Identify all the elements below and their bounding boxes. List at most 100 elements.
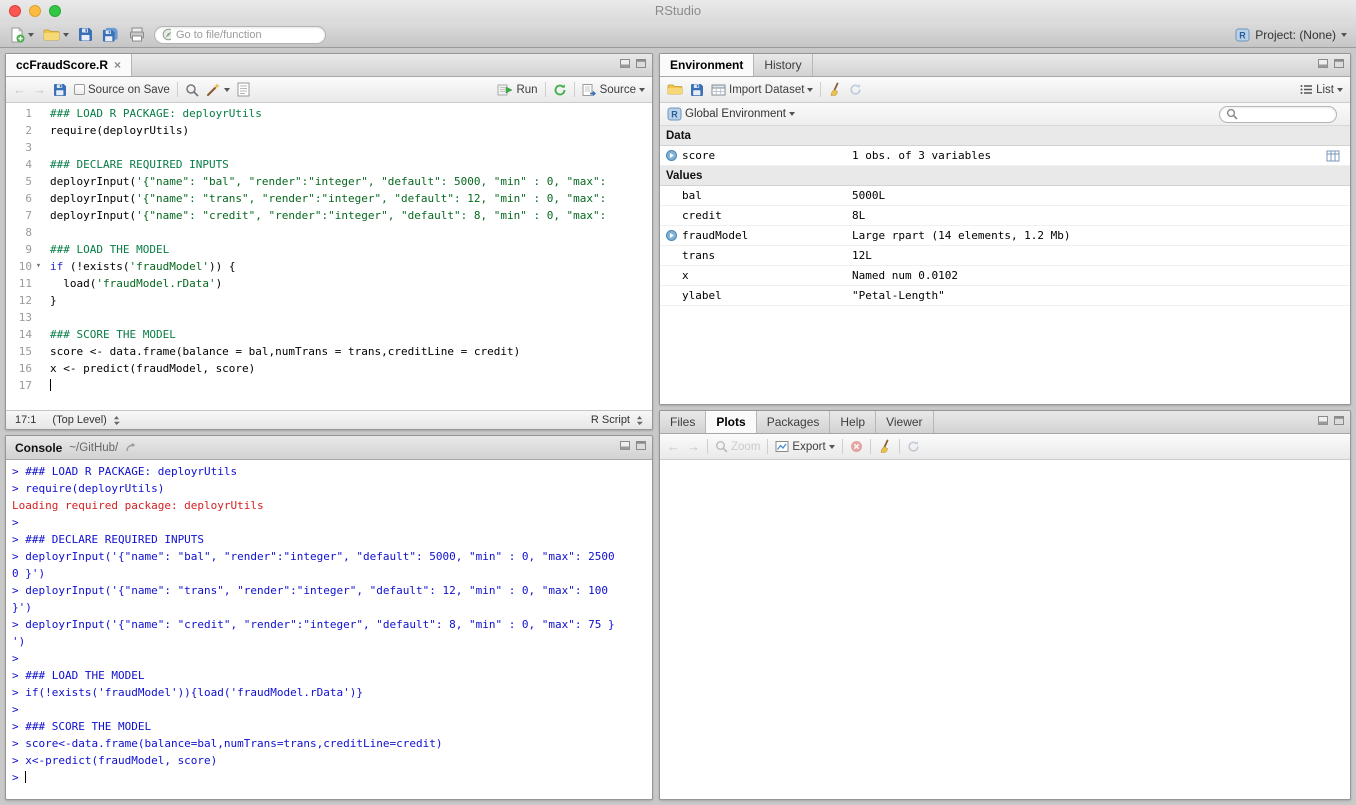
environment-row[interactable]: score1 obs. of 3 variables bbox=[660, 146, 1350, 166]
console-line: > score<-data.frame(balance=bal,numTrans… bbox=[12, 735, 646, 752]
project-selector[interactable]: R Project: (None) bbox=[1235, 28, 1347, 42]
refresh-button[interactable] bbox=[849, 83, 862, 96]
code-editor[interactable]: 1### LOAD R PACKAGE: deployrUtils2requir… bbox=[6, 103, 652, 410]
code-line: 17 bbox=[6, 377, 652, 394]
maximize-pane-icon[interactable] bbox=[1334, 59, 1344, 68]
toolbar-separator bbox=[899, 439, 900, 454]
notebook-icon bbox=[237, 82, 250, 97]
maximize-pane-icon[interactable] bbox=[1334, 416, 1344, 425]
environment-row[interactable]: xNamed num 0.0102 bbox=[660, 266, 1350, 286]
environment-row[interactable]: credit8L bbox=[660, 206, 1350, 226]
minimize-pane-icon[interactable] bbox=[1318, 59, 1328, 68]
zoom-plot-button[interactable]: Zoom bbox=[715, 440, 760, 453]
compile-notebook-button[interactable] bbox=[237, 82, 250, 97]
refresh-plots-button[interactable] bbox=[907, 440, 920, 453]
environment-row[interactable]: bal5000L bbox=[660, 186, 1350, 206]
console-header: Console ~/GitHub/ bbox=[6, 436, 652, 460]
tab-files[interactable]: Files bbox=[660, 411, 706, 433]
new-file-button[interactable] bbox=[9, 27, 34, 43]
maximize-pane-icon[interactable] bbox=[636, 59, 646, 68]
toolbar-separator bbox=[820, 82, 821, 97]
view-data-grid-icon[interactable] bbox=[1326, 150, 1340, 162]
tab-packages[interactable]: Packages bbox=[757, 411, 831, 433]
goto-directory-icon[interactable] bbox=[125, 442, 138, 453]
window-title: RStudio bbox=[0, 3, 1356, 18]
console-line: > bbox=[12, 701, 646, 718]
source-toolbar: ← → Source on Save Run bbox=[6, 77, 652, 103]
line-number: 1 bbox=[6, 105, 32, 122]
find-replace-button[interactable] bbox=[185, 83, 199, 97]
tab-label: Files bbox=[670, 415, 695, 429]
maximize-pane-icon[interactable] bbox=[636, 441, 646, 450]
code-line: 14### SCORE THE MODEL bbox=[6, 326, 652, 343]
import-dataset-label: Import Dataset bbox=[729, 84, 804, 96]
rerun-button[interactable] bbox=[553, 83, 567, 97]
environment-row[interactable]: fraudModelLarge rpart (14 elements, 1.2 … bbox=[660, 226, 1350, 246]
minimize-pane-icon[interactable] bbox=[1318, 416, 1328, 425]
next-plot-icon[interactable]: → bbox=[687, 440, 700, 453]
updown-icon bbox=[113, 415, 120, 426]
scope-selector[interactable]: (Top Level) bbox=[52, 414, 119, 426]
environment-row[interactable]: ylabel"Petal-Length" bbox=[660, 286, 1350, 306]
line-number: 10 bbox=[6, 258, 32, 275]
export-plot-button[interactable]: Export bbox=[775, 440, 834, 453]
object-value: "Petal-Length" bbox=[852, 289, 1350, 302]
goto-file-function-input[interactable] bbox=[176, 29, 318, 41]
forward-icon[interactable]: → bbox=[33, 83, 46, 96]
checkbox-icon[interactable] bbox=[74, 84, 85, 95]
svg-text:R: R bbox=[1240, 30, 1247, 40]
svg-text:R: R bbox=[671, 110, 678, 120]
object-name: score bbox=[682, 149, 852, 162]
print-button[interactable] bbox=[129, 27, 145, 42]
environment-scope-selector[interactable]: R Global Environment bbox=[667, 107, 795, 121]
tab-history[interactable]: History bbox=[754, 54, 812, 76]
save-all-button[interactable] bbox=[102, 27, 120, 43]
environment-search-box[interactable] bbox=[1219, 106, 1337, 123]
console-line: > bbox=[12, 769, 646, 786]
tab-viewer[interactable]: Viewer bbox=[876, 411, 933, 433]
line-number: 7 bbox=[6, 207, 32, 224]
expand-slot[interactable] bbox=[660, 150, 682, 161]
source-button[interactable]: Source bbox=[582, 83, 645, 97]
import-dataset-button[interactable]: Import Dataset bbox=[711, 83, 813, 97]
previous-plot-icon[interactable]: ← bbox=[667, 440, 680, 453]
minimize-pane-icon[interactable] bbox=[620, 441, 630, 450]
console-line: > x<-predict(fraudModel, score) bbox=[12, 752, 646, 769]
close-tab-icon[interactable]: × bbox=[114, 59, 121, 71]
load-workspace-button[interactable] bbox=[667, 83, 683, 96]
fold-slot bbox=[32, 275, 45, 292]
minimize-pane-icon[interactable] bbox=[620, 59, 630, 68]
tab-help[interactable]: Help bbox=[830, 411, 876, 433]
save-source-button[interactable] bbox=[53, 83, 67, 97]
view-data-button[interactable] bbox=[1326, 150, 1340, 165]
source-on-save-checkbox[interactable]: Source on Save bbox=[74, 84, 170, 96]
doc-type-selector[interactable]: R Script bbox=[591, 414, 643, 426]
expand-object-icon[interactable] bbox=[666, 230, 677, 241]
expand-object-icon[interactable] bbox=[666, 150, 677, 161]
titlebar[interactable]: RStudio bbox=[0, 0, 1356, 22]
save-button[interactable] bbox=[78, 27, 93, 42]
open-file-button[interactable] bbox=[43, 28, 69, 42]
clear-workspace-button[interactable] bbox=[828, 82, 842, 97]
tab-environment[interactable]: Environment bbox=[660, 54, 754, 76]
back-icon[interactable]: ← bbox=[13, 83, 26, 96]
expand-slot[interactable] bbox=[660, 230, 682, 241]
clear-plots-button[interactable] bbox=[878, 439, 892, 454]
tab-plots[interactable]: Plots bbox=[706, 411, 756, 433]
tab-ccfraudscore[interactable]: ccFraudScore.R × bbox=[6, 54, 132, 76]
fold-arrow-icon[interactable]: ▾ bbox=[32, 258, 45, 275]
save-all-icon bbox=[102, 27, 120, 43]
display-mode-selector[interactable]: List bbox=[1300, 84, 1343, 96]
environment-row[interactable]: trans12L bbox=[660, 246, 1350, 266]
environment-search-input[interactable] bbox=[1242, 108, 1330, 120]
line-number: 12 bbox=[6, 292, 32, 309]
code-tools-button[interactable] bbox=[206, 82, 230, 97]
goto-file-function-box[interactable] bbox=[154, 26, 326, 44]
code-text: deployrInput('{"name": "bal", "render":"… bbox=[45, 173, 606, 190]
save-workspace-button[interactable] bbox=[690, 83, 704, 97]
run-button[interactable]: Run bbox=[497, 83, 537, 97]
caret-down-icon bbox=[28, 33, 34, 37]
object-name: trans bbox=[682, 249, 852, 262]
remove-plot-button[interactable] bbox=[850, 440, 863, 453]
console-output[interactable]: > ### LOAD R PACKAGE: deployrUtils> requ… bbox=[6, 460, 652, 799]
